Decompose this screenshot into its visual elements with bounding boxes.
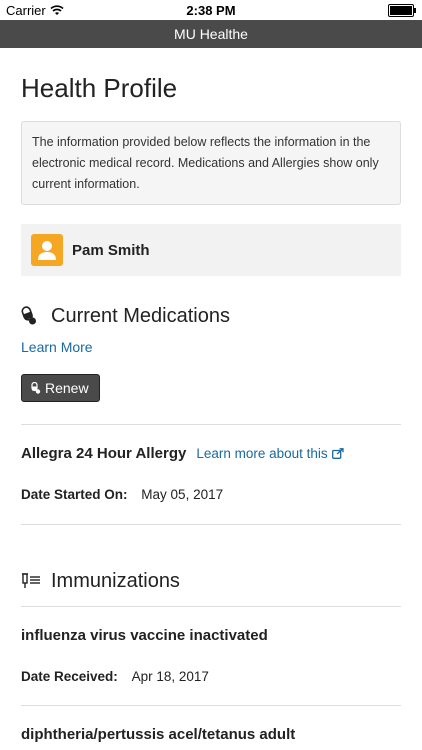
date-received-value: Apr 18, 2017	[131, 669, 209, 684]
immunizations-title: Immunizations	[51, 569, 180, 592]
main-content: Health Profile The information provided …	[0, 68, 422, 746]
renew-label: Renew	[45, 380, 89, 396]
pill-icon	[21, 306, 43, 326]
divider	[21, 524, 401, 525]
immunization-name: influenza virus vaccine inactivated	[21, 627, 268, 644]
status-time: 2:38 PM	[186, 3, 236, 18]
immunizations-heading: Immunizations	[21, 561, 401, 601]
divider	[21, 424, 401, 425]
info-notice: The information provided below reflects …	[21, 121, 401, 205]
immunization-name: diphtheria/pertussis acel/tetanus adult	[21, 726, 296, 743]
medication-name: Allegra 24 Hour Allergy	[21, 445, 187, 462]
date-started-label: Date Started On:	[21, 487, 128, 502]
medication-date-row: Date Started On: May 05, 2017	[21, 485, 401, 505]
avatar	[31, 234, 63, 266]
app-title: MU Healthe	[174, 26, 248, 42]
status-bar: Carrier 2:38 PM	[0, 0, 422, 20]
immunization-date-row: Date Received: Apr 18, 2017	[21, 667, 401, 687]
medication-item: Allegra 24 Hour Allergy Learn more about…	[21, 445, 401, 465]
medications-heading: Current Medications	[21, 296, 401, 336]
date-started-value: May 05, 2017	[141, 487, 224, 502]
external-link-icon	[331, 448, 344, 459]
patient-name: Pam Smith	[72, 241, 150, 259]
patient-card[interactable]: Pam Smith	[21, 224, 401, 276]
renew-button[interactable]: Renew	[21, 374, 100, 402]
divider	[21, 606, 401, 607]
learn-more-link[interactable]: Learn More	[21, 336, 401, 358]
medications-title: Current Medications	[51, 304, 230, 327]
learn-more-about-link[interactable]: Learn more about this	[196, 446, 344, 461]
battery-icon	[388, 4, 416, 17]
syringe-list-icon	[21, 573, 43, 589]
app-title-bar: MU Healthe	[0, 20, 422, 48]
learn-more-about-label: Learn more about this	[196, 446, 328, 461]
person-icon	[38, 241, 56, 260]
date-received-label: Date Received:	[21, 669, 118, 684]
page-title: Health Profile	[21, 73, 178, 103]
divider	[21, 705, 401, 706]
pill-icon	[31, 382, 41, 394]
